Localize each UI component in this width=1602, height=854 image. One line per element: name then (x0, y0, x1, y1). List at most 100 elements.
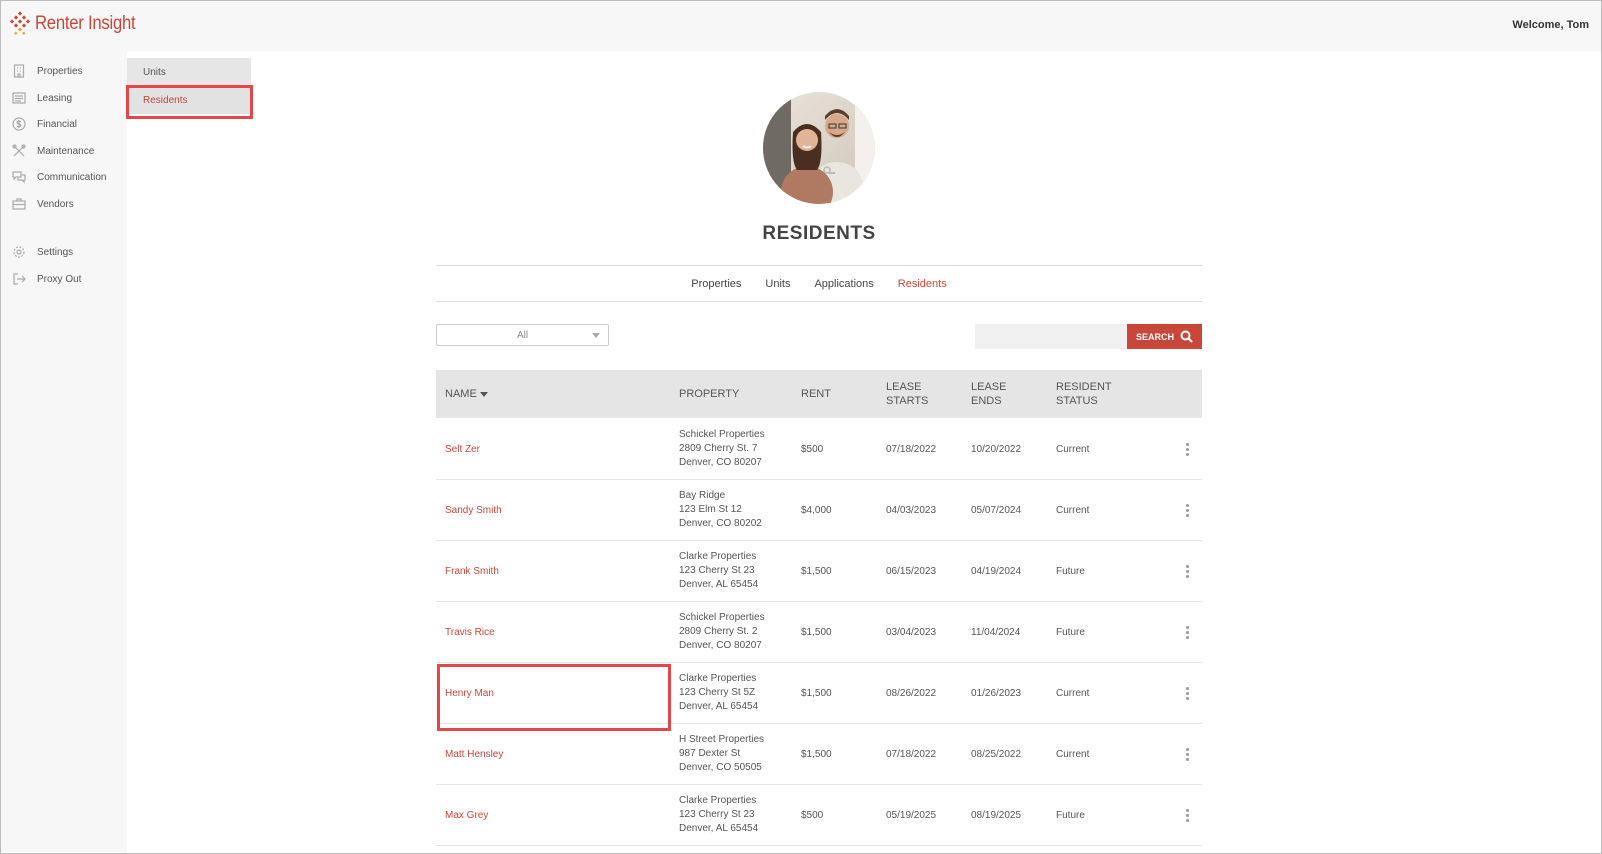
list-icon (11, 90, 27, 106)
logo-icon (9, 11, 31, 36)
sidebar-item-label: Maintenance (37, 145, 95, 157)
lease-start-cell: 07/18/2022 (886, 748, 937, 760)
sidebar-item-communication[interactable]: Communication (1, 166, 127, 188)
exit-icon (11, 271, 27, 287)
property-address-line1: 123 Cherry St 5Z (679, 687, 756, 698)
row-actions-kebab-icon[interactable] (1183, 602, 1191, 662)
welcome-user[interactable]: Welcome, Tom (1512, 19, 1589, 31)
lease-end-cell: 11/04/2024 (971, 626, 1021, 638)
column-header-lease-starts: LEASE STARTS (886, 381, 929, 407)
dollar-icon (11, 116, 27, 132)
table-row: Matt Hensley H Street Properties 987 Dexte… (436, 724, 1202, 785)
search-input[interactable] (975, 324, 1127, 349)
lease-start-cell: 03/04/2023 (886, 626, 937, 638)
resident-name-link[interactable]: Matt Hensley (445, 724, 645, 784)
rent-cell: $1,500 (801, 565, 832, 577)
search-button[interactable]: SEARCH (1127, 324, 1202, 349)
resident-name-link[interactable]: Travis Rice (445, 602, 645, 662)
lease-end-cell: 08/25/2022 (971, 748, 1022, 760)
property-name: Schickel Properties (679, 429, 765, 440)
row-actions-kebab-icon[interactable] (1183, 541, 1191, 601)
property-address-line1: 123 Cherry St 23 (679, 565, 755, 576)
sidebar-item-maintenance[interactable]: Maintenance (1, 140, 127, 162)
sidebar-item-label: Settings (37, 246, 74, 258)
sidebar-item-properties[interactable]: Properties (1, 60, 127, 82)
table-row: Travis Rice Schickel Properties 2809 Cherr… (436, 602, 1202, 663)
table-row: Selt Zer Schickel Properties 2809 Cherry S… (436, 419, 1202, 480)
property-address-line2: Denver, CO 80202 (679, 518, 762, 529)
section-tabs: Properties Units Applications Residents (436, 265, 1202, 302)
sort-down-icon (479, 391, 488, 397)
row-actions-kebab-icon[interactable] (1183, 663, 1191, 723)
gear-icon (11, 244, 27, 260)
submenu-item-units[interactable]: Units (127, 58, 251, 86)
table-row: Frank Smith Clarke Properties 123 Cherry S… (436, 541, 1202, 602)
sidebar-item-label: Proxy Out (37, 273, 82, 285)
lease-start-cell: 06/15/2023 (886, 565, 937, 577)
sidebar-item-financial[interactable]: Financial (1, 113, 127, 135)
row-actions-kebab-icon[interactable] (1183, 480, 1191, 540)
highlight-box-henry-man (437, 664, 671, 731)
tab-residents[interactable]: Residents (898, 278, 947, 290)
rent-cell: $1,500 (801, 687, 832, 699)
status-filter-select[interactable]: All (436, 324, 609, 346)
sidebar-item-vendors[interactable]: Vendors (1, 193, 127, 215)
chevron-down-icon (592, 333, 600, 338)
resident-status-cell: Current (1056, 504, 1090, 516)
search-icon (1180, 330, 1193, 343)
resident-status-cell: Current (1056, 687, 1090, 699)
column-header-lease-ends: LEASE ENDS (971, 381, 1007, 407)
resident-name-link[interactable]: Max Grey (445, 785, 645, 845)
sidebar-item-label: Communication (37, 171, 107, 183)
property-name: H Street Properties (679, 734, 765, 745)
sidebar-item-label: Financial (37, 118, 78, 130)
lease-start-cell: 07/18/2022 (886, 443, 937, 455)
resident-status-cell: Current (1056, 748, 1090, 760)
table-header: NAME PROPERTY RENT LEASE STARTS LEASE EN… (436, 370, 1202, 418)
chat-icon (11, 169, 27, 185)
property-cell: Bay Ridge 123 Elm St 12 Denver, CO 80202 (679, 480, 799, 540)
resident-status-cell: Future (1056, 565, 1085, 577)
column-header-property: PROPERTY (679, 388, 740, 400)
resident-name-link[interactable]: Frank Smith (445, 541, 645, 601)
property-address-line1: 2809 Cherry St. 7 (679, 443, 758, 454)
sidebar-item-label: Vendors (37, 198, 74, 210)
resident-name-link[interactable]: Selt Zer (445, 419, 645, 479)
property-cell: H Street Properties 987 Dexter St Denver, … (679, 724, 799, 784)
column-header-resident-status: RESIDENT STATUS (1056, 381, 1112, 407)
resident-name-link[interactable]: Sandy Smith (445, 480, 645, 540)
property-cell: Clarke Properties 123 Cherry St 23 Denver,… (679, 541, 799, 601)
sidebar-item-settings[interactable]: Settings (1, 241, 127, 263)
status-filter-value: All (516, 329, 529, 341)
building-icon (11, 63, 27, 79)
tab-applications[interactable]: Applications (814, 278, 873, 290)
tab-units[interactable]: Units (765, 278, 790, 290)
tab-properties[interactable]: Properties (691, 278, 741, 290)
property-cell: Clarke Properties 123 Cherry St 5Z Denver,… (679, 663, 799, 723)
resident-status-cell: Future (1056, 809, 1085, 821)
column-header-name[interactable]: NAME (445, 370, 565, 418)
property-address-line1: 123 Cherry St 23 (679, 809, 755, 820)
sidebar-item-proxy-out[interactable]: Proxy Out (1, 268, 127, 290)
row-actions-kebab-icon[interactable] (1183, 785, 1191, 845)
rent-cell: $500 (801, 443, 824, 455)
search-button-label: SEARCH (1135, 331, 1174, 342)
property-address-line2: Denver, AL 65454 (679, 823, 759, 834)
top-bar: Renter Insight Welcome, Tom (1, 1, 1601, 51)
lease-end-cell: 08/19/2025 (971, 809, 1022, 821)
lease-start-cell: 08/26/2022 (886, 687, 937, 699)
tools-icon (11, 143, 27, 159)
sidebar-item-leasing[interactable]: Leasing (1, 87, 127, 109)
property-address-line2: Denver, AL 65454 (679, 701, 759, 712)
residents-hero-image (763, 92, 875, 204)
row-actions-kebab-icon[interactable] (1183, 724, 1191, 784)
sidebar-item-label: Leasing (37, 92, 73, 104)
property-address-line2: Denver, CO 80207 (679, 457, 762, 468)
resident-status-cell: Current (1056, 443, 1090, 455)
property-address-line2: Denver, AL 65454 (679, 579, 759, 590)
lease-end-cell: 05/07/2024 (971, 504, 1022, 516)
logo[interactable]: Renter Insight (9, 11, 149, 37)
row-actions-kebab-icon[interactable] (1183, 419, 1191, 479)
property-name: Clarke Properties (679, 673, 757, 684)
table-row: Max Grey Clarke Properties 123 Cherry St 2… (436, 785, 1202, 846)
